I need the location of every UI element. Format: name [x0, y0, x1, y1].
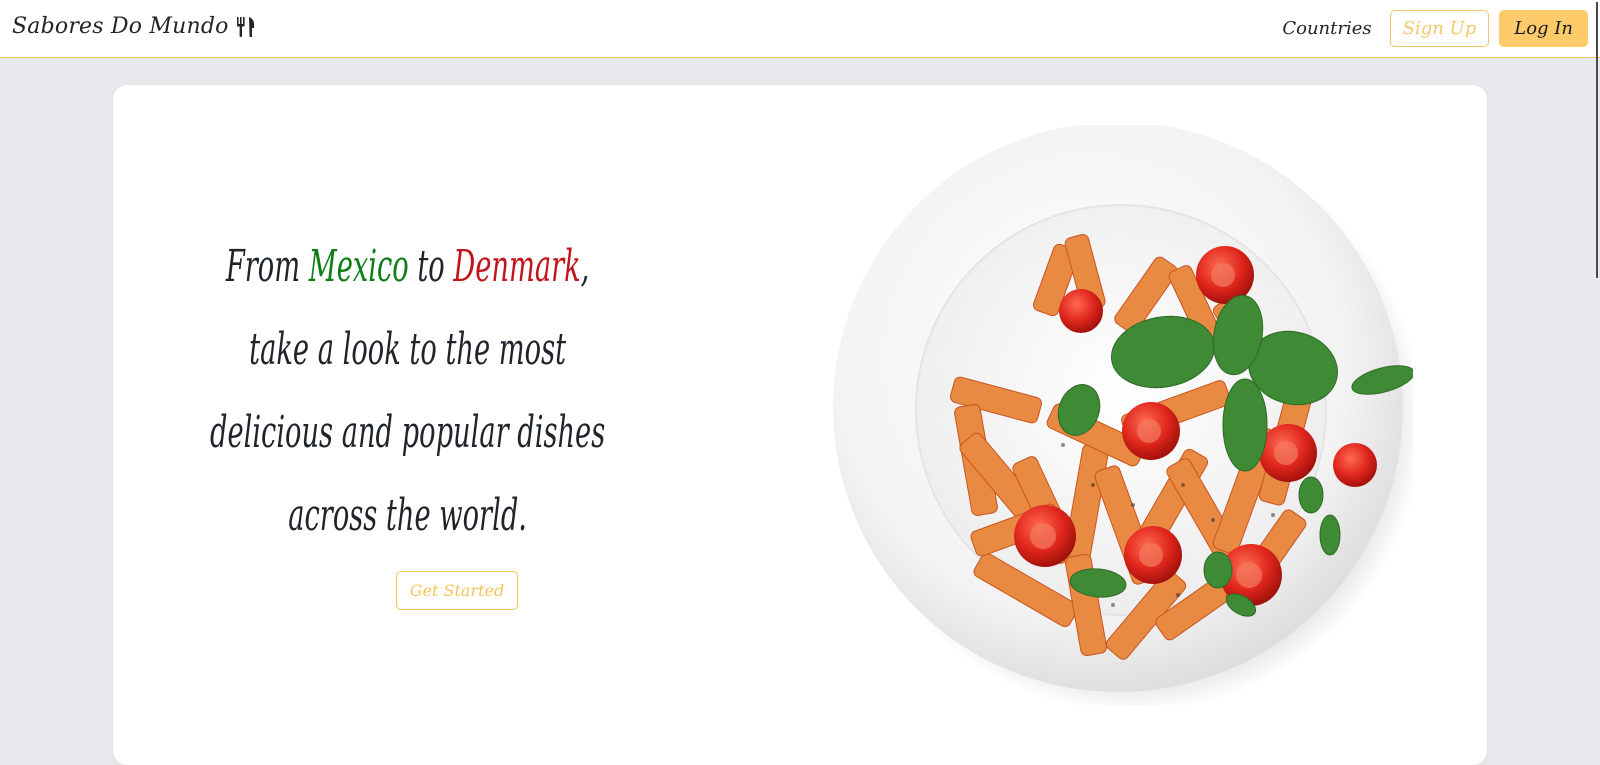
navbar: Sabores Do Mundo Countries Sign Up Log I… — [0, 0, 1600, 58]
signup-button[interactable]: Sign Up — [1389, 9, 1490, 47]
hero-line-1: From Mexico to Denmark, — [141, 225, 674, 308]
hero-line-2: take a look to the most — [249, 324, 567, 375]
hero-text-to: to — [408, 241, 454, 292]
hero-line-4: across the world. — [288, 490, 527, 541]
get-started-button[interactable]: Get Started — [396, 571, 518, 610]
hero-text-from: From — [225, 241, 309, 292]
brand-name: Sabores Do Mundo — [12, 14, 229, 39]
hero-comma: , — [580, 241, 590, 292]
nav-link-countries[interactable]: Countries — [1282, 18, 1371, 39]
hero-card: From Mexico to Denmark, take a look to t… — [113, 85, 1487, 765]
pasta-plate-image — [833, 122, 1423, 713]
hero-word-mexico: Mexico — [308, 241, 409, 292]
hero-line-3: delicious and popular dishes — [209, 407, 606, 458]
hero-heading: From Mexico to Denmark, take a look to t… — [141, 225, 674, 557]
hero-word-denmark: Denmark — [453, 241, 581, 292]
fork-knife-icon — [235, 15, 257, 39]
scrollbar[interactable] — [1596, 2, 1598, 278]
login-button[interactable]: Log In — [1499, 9, 1588, 47]
brand-logo[interactable]: Sabores Do Mundo — [12, 14, 257, 39]
